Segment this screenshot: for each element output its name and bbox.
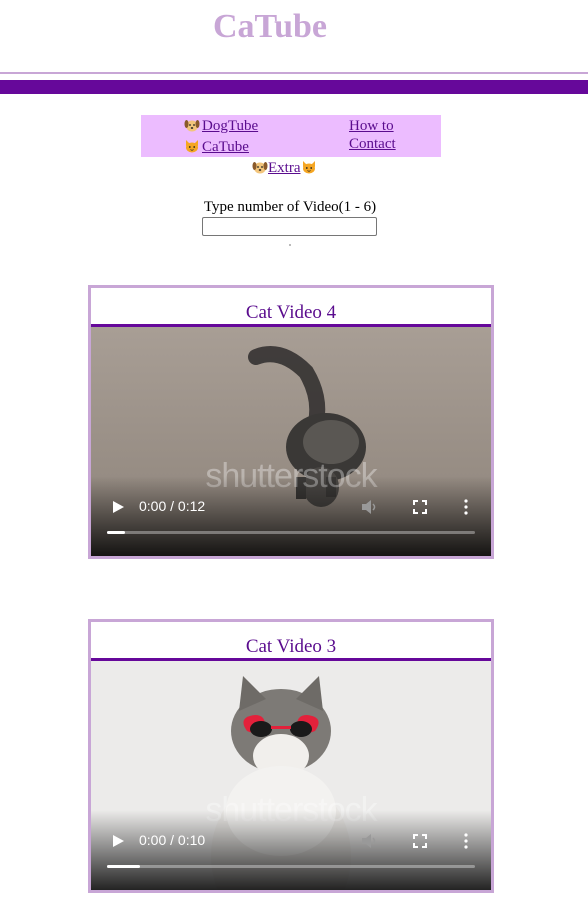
dog-face-icon: [252, 162, 268, 174]
video-title: Cat Video 4: [245, 302, 337, 323]
result-indicator: [289, 244, 291, 246]
header-divider: [0, 72, 588, 74]
nav-extra-label: Extra: [268, 160, 301, 176]
fullscreen-icon[interactable]: [413, 500, 427, 514]
nav-link-dogtube[interactable]: DogTube: [184, 118, 258, 135]
progress-fill: [107, 865, 141, 868]
volume-icon[interactable]: [361, 833, 379, 849]
video-player[interactable]: shutterstock 0:00 / 0:10: [91, 661, 491, 890]
progress-bar[interactable]: [107, 531, 475, 534]
video-number-label: Type number of Video(1 - 6): [203, 199, 377, 215]
video-card: Cat Video 3 shutterstock 0:00 / 0:10: [88, 619, 494, 893]
fullscreen-icon[interactable]: [413, 834, 427, 848]
volume-icon[interactable]: [361, 499, 379, 515]
progress-fill: [107, 531, 126, 534]
time-display: 0:00 / 0:10: [139, 832, 206, 848]
controls-overlay: [91, 476, 491, 556]
play-icon[interactable]: [111, 834, 125, 848]
nav-box: DogTube CaTube How to Contact: [141, 115, 441, 157]
nav-link-extra[interactable]: Extra: [252, 160, 317, 177]
play-icon[interactable]: [111, 500, 125, 514]
video-number-input[interactable]: [202, 217, 377, 236]
nav-catube-label: CaTube: [202, 139, 249, 155]
cat-face-icon: [186, 140, 198, 153]
cat-face-icon: [303, 161, 316, 174]
site-title: CaTube: [212, 8, 328, 45]
dog-face-icon: [184, 120, 200, 132]
nav-link-catube[interactable]: CaTube: [184, 139, 249, 156]
header-bar: [0, 80, 588, 94]
video-title: Cat Video 3: [245, 636, 337, 657]
controls-overlay: [91, 810, 491, 890]
nav-dogtube-label: DogTube: [202, 118, 259, 134]
progress-bar[interactable]: [107, 865, 475, 868]
video-card: Cat Video 4 shutterstock 0:00 / 0:12: [88, 285, 494, 559]
more-options-icon[interactable]: [463, 499, 469, 515]
more-options-icon[interactable]: [463, 833, 469, 849]
time-display: 0:00 / 0:12: [139, 498, 206, 514]
nav-link-contact[interactable]: Contact: [349, 136, 396, 153]
nav-link-how-to[interactable]: How to: [349, 118, 394, 135]
video-player[interactable]: shutterstock 0:00 / 0:12: [91, 327, 491, 556]
